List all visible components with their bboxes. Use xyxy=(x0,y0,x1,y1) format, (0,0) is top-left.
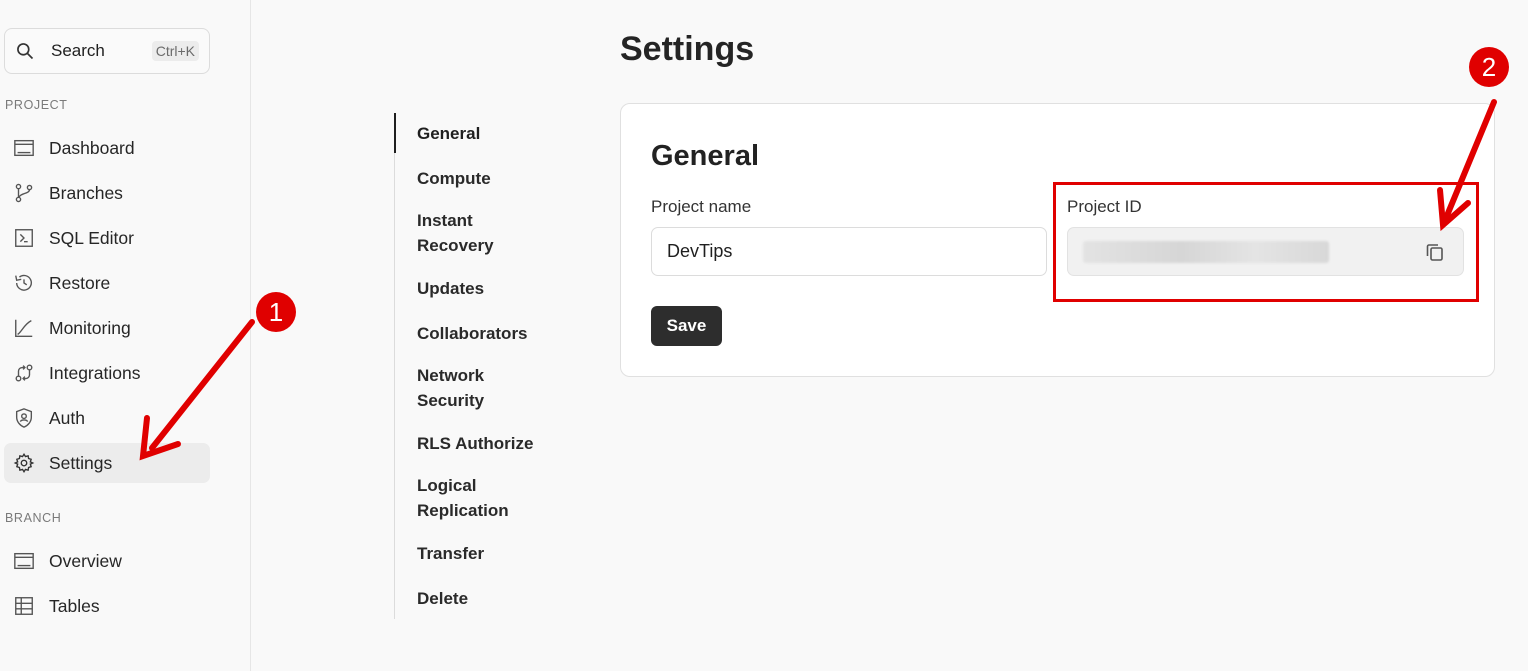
monitoring-icon xyxy=(15,319,33,337)
sidebar-item-tables[interactable]: Tables xyxy=(4,586,210,626)
search-shortcut: Ctrl+K xyxy=(151,41,199,61)
branch-section-label: BRANCH xyxy=(5,511,62,525)
sidebar-item-dashboard[interactable]: Dashboard xyxy=(4,128,210,168)
sidebar: Search Ctrl+K PROJECT Dashboard Branches… xyxy=(0,0,251,671)
subnav-item-rls-authorize[interactable]: RLS Authorize xyxy=(417,431,533,456)
sidebar-item-label: Monitoring xyxy=(49,317,131,338)
sidebar-item-integrations[interactable]: Integrations xyxy=(4,353,210,393)
sidebar-item-restore[interactable]: Restore xyxy=(4,263,210,303)
tables-icon xyxy=(15,597,33,615)
restore-icon xyxy=(15,274,32,291)
sidebar-item-overview[interactable]: Overview xyxy=(4,541,210,581)
integrations-icon xyxy=(15,364,33,382)
sql-editor-icon xyxy=(15,229,33,247)
subnav-item-logical-replication[interactable]: Logical Replication xyxy=(417,473,527,523)
branches-icon xyxy=(15,183,33,203)
gear-icon xyxy=(13,453,35,473)
project-name-label: Project name xyxy=(651,197,752,216)
sidebar-item-branches[interactable]: Branches xyxy=(4,173,210,213)
sidebar-item-label: SQL Editor xyxy=(49,227,134,248)
subnav-item-general[interactable]: General xyxy=(417,121,480,146)
subnav-item-delete[interactable]: Delete xyxy=(417,586,468,611)
sidebar-item-label: Settings xyxy=(49,452,113,473)
settings-subnav: General Compute Instant Recovery Updates… xyxy=(394,113,564,619)
page-title: Settings xyxy=(620,30,755,68)
subnav-item-compute[interactable]: Compute xyxy=(417,166,491,191)
search-label: Search xyxy=(51,41,105,60)
annotation-highlight-box xyxy=(1053,182,1479,302)
sidebar-item-auth[interactable]: Auth xyxy=(4,398,210,438)
card-title: General xyxy=(651,140,759,172)
auth-icon xyxy=(15,408,33,428)
project-section-label: PROJECT xyxy=(5,98,68,112)
annotation-badge-1: 1 xyxy=(256,292,296,332)
overview-icon xyxy=(14,552,34,570)
sidebar-item-label: Auth xyxy=(49,407,85,428)
subnav-item-instant-recovery[interactable]: Instant Recovery xyxy=(417,208,527,258)
subnav-item-transfer[interactable]: Transfer xyxy=(417,541,484,566)
sidebar-item-settings[interactable]: Settings xyxy=(4,443,210,483)
sidebar-item-label: Branches xyxy=(49,182,123,203)
subnav-item-updates[interactable]: Updates xyxy=(417,276,484,301)
subnav-item-collaborators[interactable]: Collaborators xyxy=(417,321,528,346)
annotation-badge-2: 2 xyxy=(1469,47,1509,87)
subnav-item-network-security[interactable]: Network Security xyxy=(417,363,517,413)
project-name-input[interactable]: DevTips xyxy=(651,227,1047,276)
active-indicator xyxy=(394,113,396,153)
sidebar-item-monitoring[interactable]: Monitoring xyxy=(4,308,210,348)
sidebar-item-label: Overview xyxy=(49,550,122,571)
save-button[interactable]: Save xyxy=(651,306,722,346)
sidebar-item-label: Dashboard xyxy=(49,137,135,158)
search-button[interactable]: Search Ctrl+K xyxy=(4,28,210,74)
sidebar-item-sql-editor[interactable]: SQL Editor xyxy=(4,218,210,258)
sidebar-item-label: Integrations xyxy=(49,362,141,383)
dashboard-icon xyxy=(14,139,34,157)
search-icon xyxy=(17,43,34,60)
sidebar-item-label: Tables xyxy=(49,595,100,616)
sidebar-item-label: Restore xyxy=(49,272,111,293)
